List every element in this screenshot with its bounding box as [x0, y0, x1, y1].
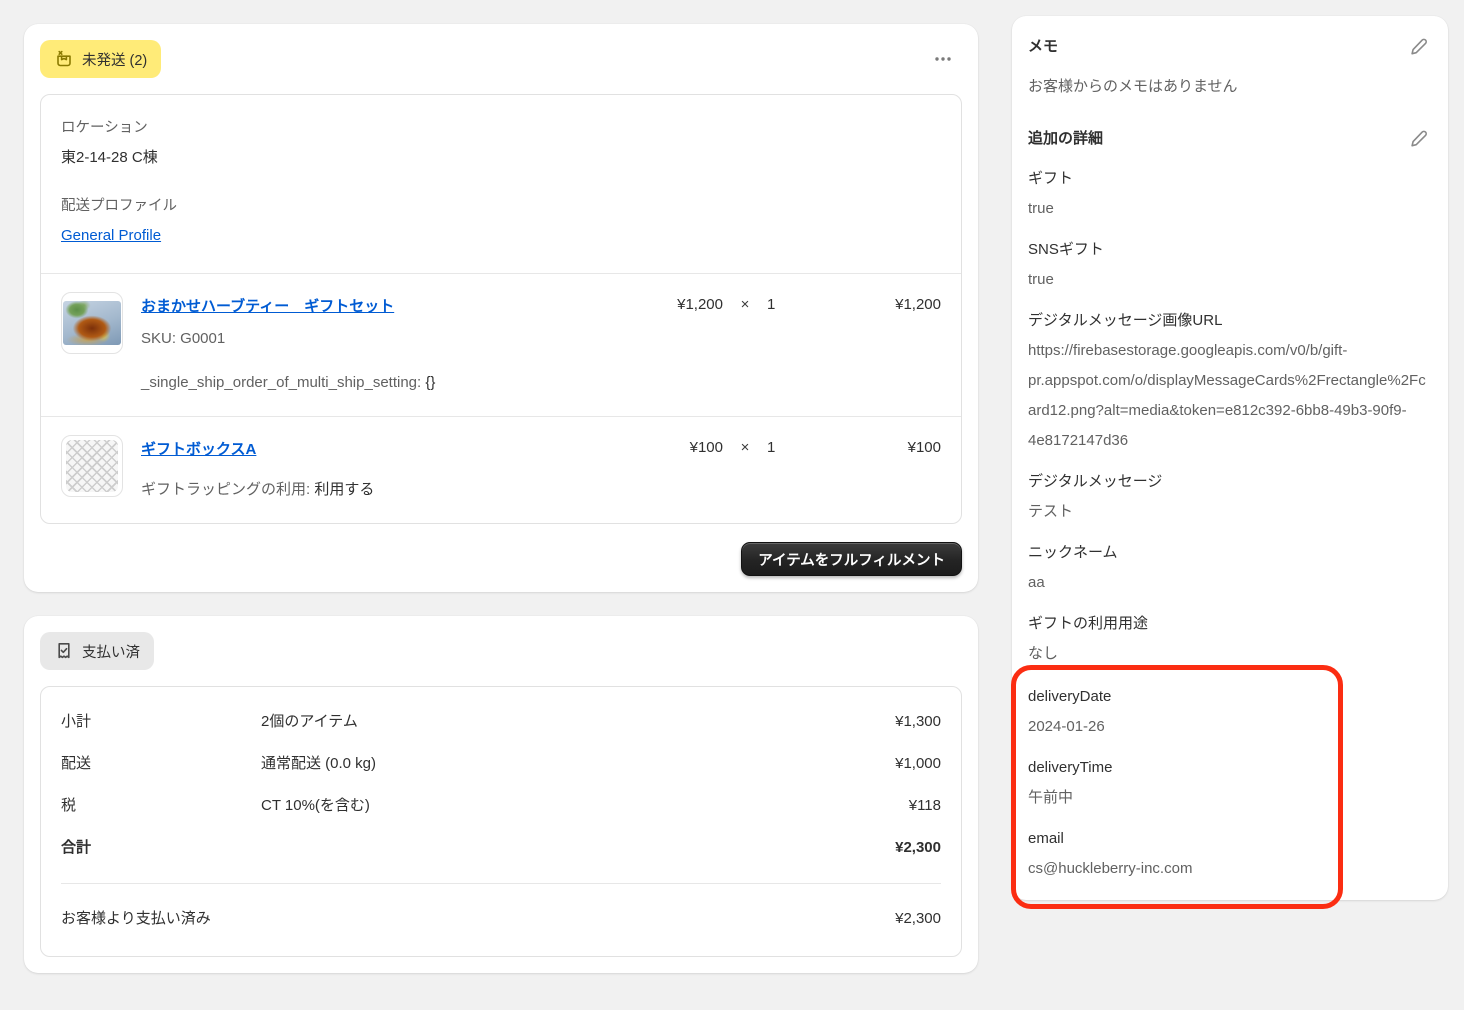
- fulfill-items-button[interactable]: アイテムをフルフィルメント: [741, 542, 962, 576]
- line-total: ¥1,200: [895, 296, 941, 313]
- detail-field: SNSギフト true: [1028, 241, 1104, 288]
- detail-field: ギフト true: [1028, 170, 1074, 217]
- highlighted-details-group: deliveryDate 2024-01-26 deliveryTime 午前中…: [1011, 665, 1432, 909]
- paid-badge-label: 支払い済: [82, 644, 140, 661]
- line-item-pricing: ¥100 × 1 ¥100: [611, 435, 941, 505]
- payment-card-header: 支払い済: [40, 632, 962, 670]
- shipping-profile-label: 配送プロファイル: [61, 198, 177, 214]
- shipping-profile-link[interactable]: General Profile: [61, 227, 161, 244]
- order-detail-page: 未発送 (2) ロケーション 東2-14-28 C棟 配送プロファイル Gene…: [0, 0, 1464, 991]
- unfulfilled-badge-label: 未発送 (2): [82, 52, 148, 69]
- shipping-row: 配送 通常配送 (0.0 kg) ¥1,000: [61, 755, 941, 772]
- detail-field: ニックネーム aa: [1028, 544, 1118, 591]
- herb-tea-photo: [63, 301, 121, 345]
- shipping-profile-block: 配送プロファイル General Profile: [61, 191, 941, 251]
- order-sidebar: メモ お客様からのメモはありません 追加の詳細 ギフト true SNSギフト …: [1011, 16, 1448, 909]
- paid-badge: 支払い済: [40, 632, 154, 670]
- unfulfilled-badge: 未発送 (2): [40, 40, 162, 78]
- detail-field-delivery-date: deliveryDate 2024-01-26: [1028, 688, 1112, 735]
- product-title-link[interactable]: おまかせハーブティー ギフトセット: [141, 298, 394, 315]
- line-total: ¥100: [907, 439, 941, 456]
- fulfillment-card: 未発送 (2) ロケーション 東2-14-28 C棟 配送プロファイル Gene…: [24, 24, 978, 592]
- unit-price: ¥1,200: [677, 296, 723, 313]
- unfulfilled-package-icon: [54, 49, 74, 69]
- edit-details-button[interactable]: [1406, 126, 1432, 152]
- subtotal-row: 小計 2個のアイテム ¥1,300: [61, 713, 941, 730]
- payment-card: 支払い済 小計 2個のアイテム ¥1,300 配送 通常配送 (0.0 kg) …: [24, 616, 978, 973]
- location-section: ロケーション 東2-14-28 C棟 配送プロファイル General Prof…: [41, 95, 961, 273]
- location-label: ロケーション: [61, 120, 148, 136]
- detail-field-delivery-time: deliveryTime 午前中: [1028, 759, 1113, 806]
- total-row: 合計 ¥2,300: [61, 839, 941, 856]
- product-thumbnail-herb-tea: [61, 292, 123, 354]
- notes-header: メモ: [1028, 32, 1432, 62]
- detail-field-email: email cs@huckleberry-inc.com: [1028, 830, 1193, 877]
- line-item-row: おまかせハーブティー ギフトセット SKU: G0001 _single_shi…: [41, 274, 961, 416]
- product-thumbnail-placeholder: [61, 435, 123, 497]
- product-title-link[interactable]: ギフトボックスA: [141, 441, 256, 458]
- additional-details-title: 追加の詳細: [1028, 130, 1104, 147]
- line-item-property: ギフトラッピングの利用: 利用する: [141, 481, 375, 498]
- receipt-check-icon: [54, 641, 74, 661]
- detail-field: デジタルメッセージ テスト: [1028, 473, 1163, 520]
- pencil-icon: [1411, 38, 1427, 55]
- pencil-icon: [1411, 130, 1427, 147]
- checker-placeholder-image: [66, 440, 118, 492]
- location-value: 東2-14-28 C棟: [61, 149, 158, 166]
- quantity: 1: [767, 439, 776, 456]
- payment-summary-box: 小計 2個のアイテム ¥1,300 配送 通常配送 (0.0 kg) ¥1,00…: [40, 686, 962, 957]
- line-item-row: ギフトボックスA ギフトラッピングの利用: 利用する ¥100 × 1 ¥100: [41, 417, 961, 523]
- quantity: 1: [767, 296, 776, 313]
- notes-empty-text: お客様からのメモはありません: [1028, 78, 1238, 95]
- more-actions-button[interactable]: [924, 42, 962, 76]
- fulfillment-card-header: 未発送 (2): [40, 40, 962, 78]
- paid-by-customer-row: お客様より支払い済み ¥2,300: [61, 910, 941, 927]
- tax-row: 税 CT 10%(を含む) ¥118: [61, 797, 941, 814]
- additional-details-header: 追加の詳細: [1028, 124, 1432, 154]
- line-item-property: _single_ship_order_of_multi_ship_setting…: [141, 374, 436, 391]
- edit-notes-button[interactable]: [1406, 34, 1432, 60]
- multiply-sign: ×: [740, 439, 750, 456]
- horizontal-dots-icon: [935, 57, 951, 61]
- detail-field: デジタルメッセージ画像URL https://firebasestorage.g…: [1028, 312, 1426, 449]
- main-column: 未発送 (2) ロケーション 東2-14-28 C棟 配送プロファイル Gene…: [24, 24, 978, 973]
- totals-divider: [61, 883, 941, 884]
- multiply-sign: ×: [740, 296, 750, 313]
- unit-price: ¥100: [689, 439, 723, 456]
- fulfillment-items-box: ロケーション 東2-14-28 C棟 配送プロファイル General Prof…: [40, 94, 962, 524]
- detail-field: ギフトの利用用途 なし: [1028, 615, 1149, 662]
- notes-title: メモ: [1028, 38, 1059, 55]
- line-item-pricing: ¥1,200 × 1 ¥1,200: [611, 292, 941, 398]
- product-sku: SKU: G0001: [141, 330, 226, 347]
